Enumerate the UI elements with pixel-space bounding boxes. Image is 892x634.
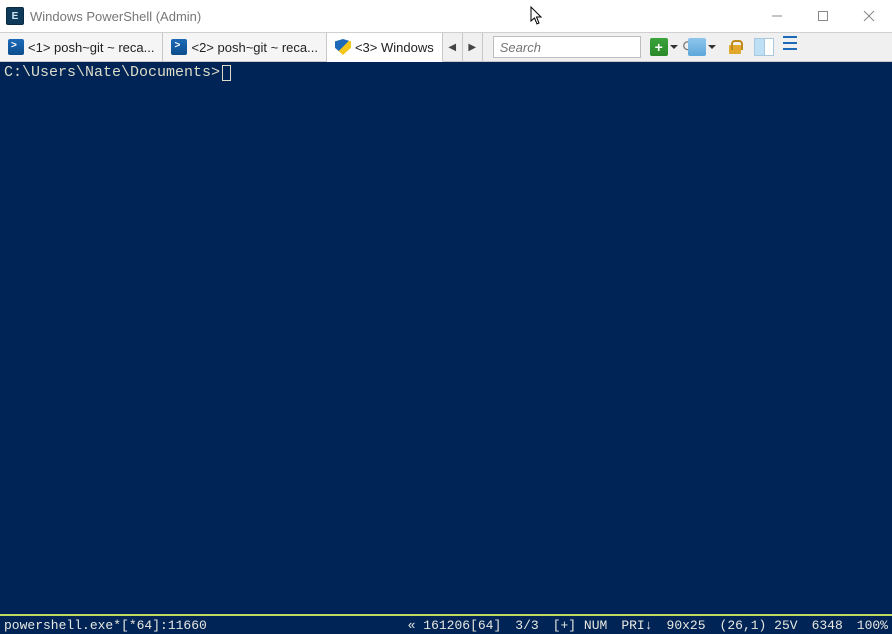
close-button[interactable] (846, 0, 892, 32)
status-counter: 3/3 (515, 618, 538, 633)
shield-icon (335, 39, 351, 55)
split-button[interactable] (751, 36, 777, 58)
powershell-icon (171, 39, 187, 55)
chevron-down-icon[interactable] (708, 38, 716, 56)
tab-2[interactable]: <2> posh~git ~ reca... (163, 33, 326, 61)
status-bar: powershell.exe*[*64]:11660 « 161206[64] … (0, 614, 892, 634)
status-mode: [+] NUM (553, 618, 608, 633)
window-titlebar: E Windows PowerShell (Admin) (0, 0, 892, 32)
lock-icon (726, 38, 744, 56)
tab-label: <1> posh~git ~ reca... (28, 40, 154, 55)
menu-button[interactable] (783, 36, 797, 50)
search-container (489, 33, 645, 61)
prompt-text: C:\Users\Nate\Documents> (4, 64, 220, 81)
app-icon: E (6, 7, 24, 25)
status-process: powershell.exe*[*64]:11660 (4, 618, 207, 633)
tab-bar: <1> posh~git ~ reca... <2> posh~git ~ re… (0, 32, 892, 62)
status-cursor: (26,1) 25V (720, 618, 798, 633)
tab-3[interactable]: <3> Windows (327, 33, 443, 62)
tab-1[interactable]: <1> posh~git ~ reca... (0, 33, 163, 61)
maximize-button[interactable] (800, 0, 846, 32)
prompt-line: C:\Users\Nate\Documents> (4, 64, 888, 82)
tab-label: <3> Windows (355, 40, 434, 55)
terminal-pane[interactable]: C:\Users\Nate\Documents> (0, 62, 892, 614)
tab-scroll-right-button[interactable]: ▶ (463, 33, 483, 61)
split-pane-icon (754, 38, 774, 56)
lock-button[interactable] (723, 36, 747, 58)
new-tab-button[interactable]: + (647, 36, 681, 58)
text-cursor (222, 65, 231, 81)
view-button[interactable] (685, 36, 719, 58)
chevron-down-icon[interactable] (670, 38, 678, 56)
powershell-icon (8, 39, 24, 55)
tab-scroll-left-button[interactable]: ◀ (443, 33, 463, 61)
status-build: « 161206[64] (408, 618, 502, 633)
window-icon (688, 38, 706, 56)
status-pid: 6348 (812, 618, 843, 633)
search-box[interactable] (493, 36, 641, 58)
minimize-button[interactable] (754, 0, 800, 32)
window-title: Windows PowerShell (Admin) (30, 9, 201, 24)
status-zoom: 100% (857, 618, 888, 633)
status-priority: PRI↓ (621, 618, 652, 633)
status-size: 90x25 (667, 618, 706, 633)
plus-icon: + (650, 38, 668, 56)
tab-label: <2> posh~git ~ reca... (191, 40, 317, 55)
